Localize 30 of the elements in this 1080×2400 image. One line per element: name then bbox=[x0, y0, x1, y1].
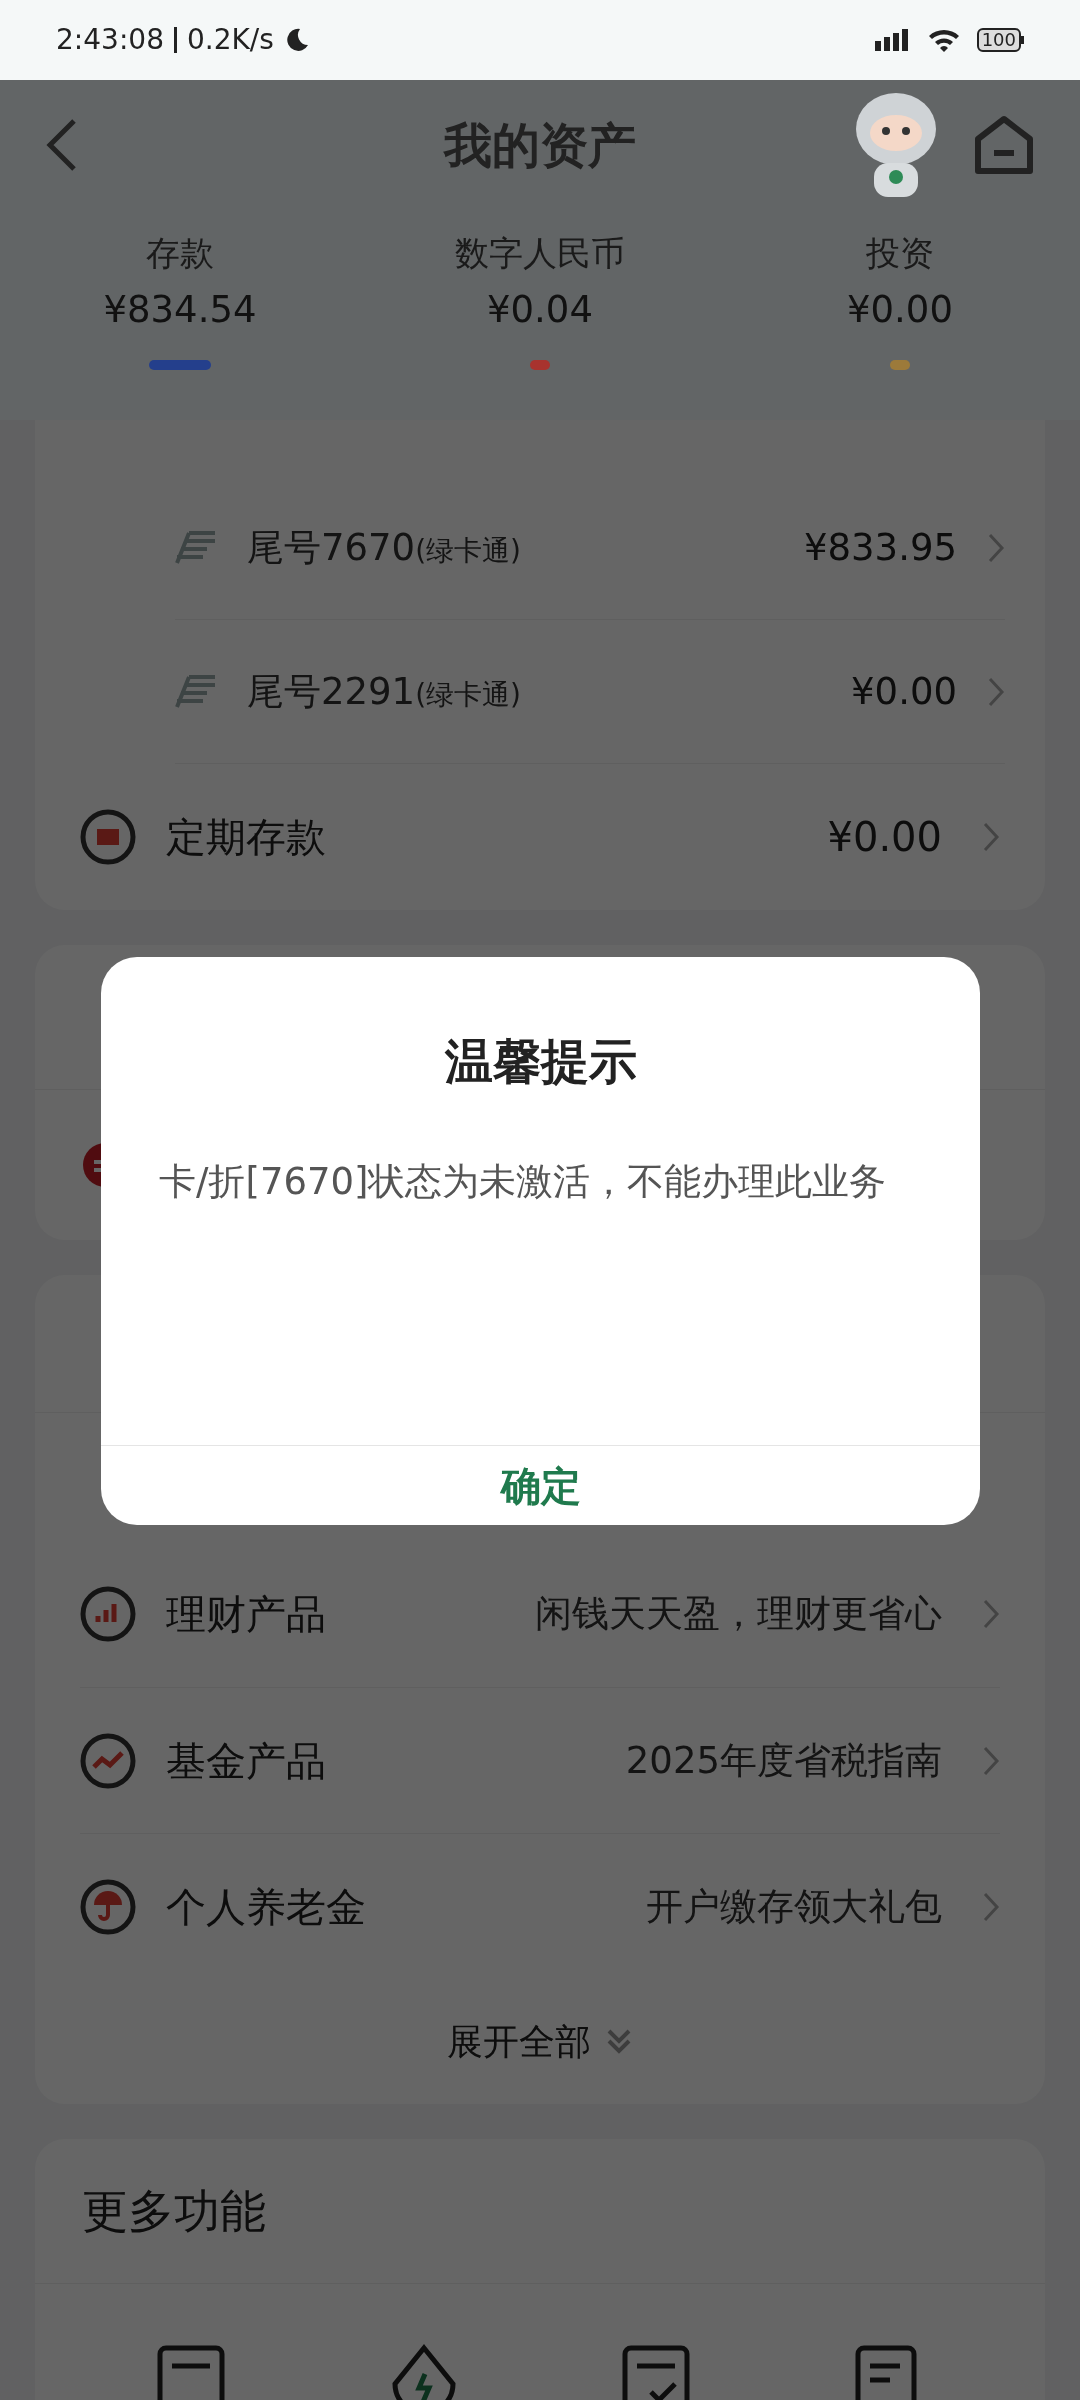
chevron-right-icon bbox=[982, 1598, 1000, 1630]
product-row[interactable]: 个人养老金 开户缴存领大礼包 bbox=[80, 1833, 1000, 1979]
checklist-icon[interactable] bbox=[621, 2344, 692, 2400]
account-row[interactable]: 尾号7670(绿卡通) ¥833.95 bbox=[175, 476, 1005, 620]
home-icon[interactable] bbox=[972, 115, 1036, 175]
signal-icon bbox=[874, 27, 911, 53]
chevron-right-icon bbox=[987, 531, 1005, 564]
page-title: 我的资产 bbox=[442, 116, 637, 175]
product-row[interactable]: 理财产品 闲钱天天盈，理财更省心 bbox=[80, 1541, 1000, 1687]
product-row[interactable]: 基金产品 2025年度省税指南 bbox=[80, 1687, 1000, 1833]
status-time: 2:43:08 bbox=[56, 22, 164, 58]
confirm-button[interactable]: 确定 bbox=[101, 1445, 980, 1525]
network-speed: 0.2K/s bbox=[186, 22, 274, 58]
time-deposit-row[interactable]: 定期存款 ¥0.00 bbox=[35, 764, 1045, 910]
account-row[interactable]: 尾号2291(绿卡通) ¥0.00 bbox=[175, 620, 1005, 764]
umbrella-icon bbox=[80, 1878, 136, 1935]
chevron-right-icon bbox=[982, 1890, 1000, 1923]
asset-tab[interactable]: 投资 ¥0.00 bbox=[720, 230, 1080, 420]
battery-icon: 100 bbox=[976, 28, 1024, 52]
section-title: 更多功能 bbox=[82, 2182, 266, 2240]
document-icon[interactable] bbox=[156, 2344, 227, 2400]
dialog-message: 卡/折[7670]状态为未激活，不能办理此业务 bbox=[159, 1159, 888, 1205]
asset-tab[interactable]: 数字人民币 ¥0.04 bbox=[360, 230, 720, 420]
chevron-right-icon bbox=[982, 821, 1000, 853]
bar-chart-icon bbox=[80, 1586, 136, 1642]
dialog-title: 温馨提示 bbox=[443, 1032, 638, 1091]
chevron-right-icon bbox=[987, 675, 1005, 708]
expand-all-button[interactable]: 展开全部 bbox=[447, 2014, 633, 2069]
chevron-right-icon bbox=[982, 1744, 1000, 1777]
asset-tab[interactable]: 存款 ¥834.54 bbox=[0, 230, 360, 420]
